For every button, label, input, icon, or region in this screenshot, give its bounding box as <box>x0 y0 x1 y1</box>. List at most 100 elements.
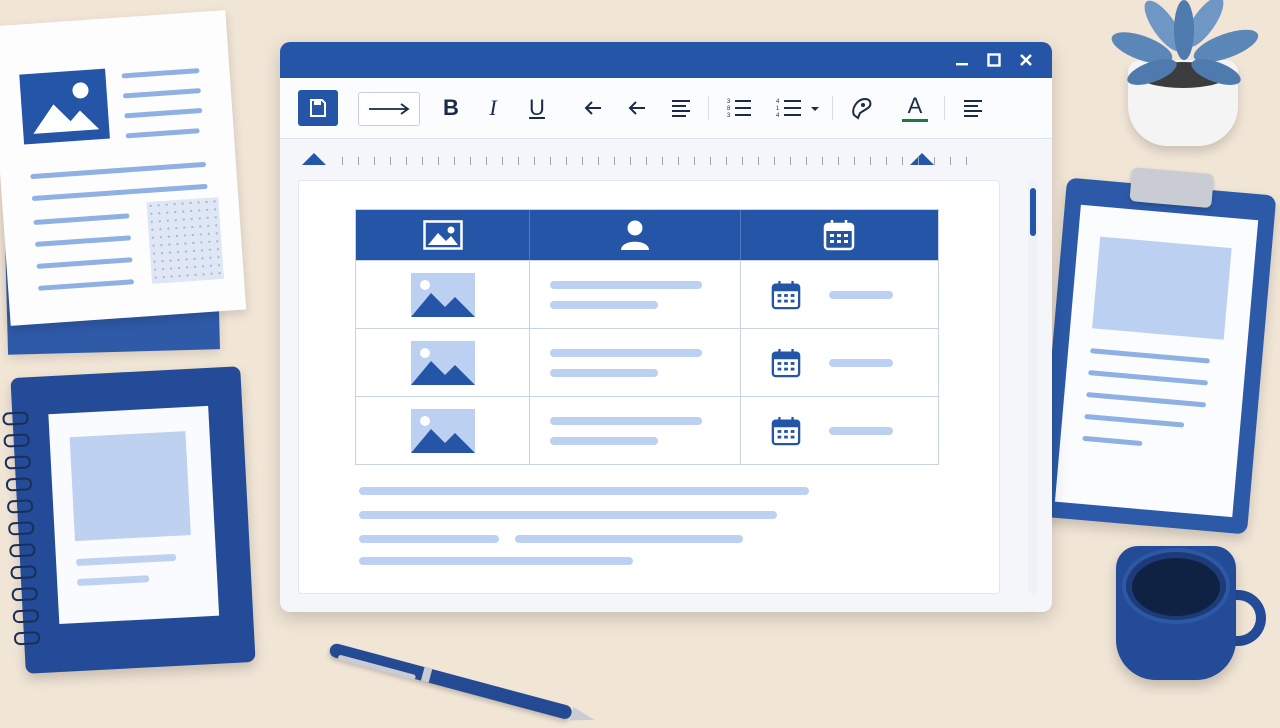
table-header-cell <box>529 210 739 260</box>
table-header-cell <box>356 210 529 260</box>
table-header-row <box>356 210 938 260</box>
svg-text:3: 3 <box>727 113 731 119</box>
svg-text:1: 1 <box>776 106 780 112</box>
ruler-tick <box>358 157 359 165</box>
spiral-notebook <box>2 366 256 674</box>
image-icon <box>410 408 475 453</box>
ruler-tick <box>774 157 775 165</box>
ruler-tick <box>822 157 823 165</box>
table-cell <box>356 397 529 464</box>
table-row[interactable] <box>356 260 938 328</box>
ruler-tick <box>630 157 631 165</box>
document-sheet <box>0 10 247 326</box>
vertical-scrollbar[interactable] <box>1028 180 1038 594</box>
table-cell <box>356 329 529 396</box>
calendar-icon <box>771 280 800 309</box>
ruler-tick <box>502 157 503 165</box>
font-color-icon[interactable]: A <box>900 92 930 124</box>
ruler-tick <box>838 157 839 165</box>
italic-icon[interactable]: I <box>480 92 506 124</box>
bold-icon[interactable]: B <box>438 92 464 124</box>
ruler-tick <box>598 157 599 165</box>
arrow-style-icon[interactable] <box>358 92 420 126</box>
image-placeholder <box>69 431 191 542</box>
ruler <box>280 139 1052 169</box>
ruler-tick <box>662 157 663 165</box>
table-cell <box>739 261 938 328</box>
ruler-tick <box>422 157 423 165</box>
ruler-tick <box>582 157 583 165</box>
coffee <box>1132 558 1220 616</box>
save-icon[interactable] <box>298 90 338 126</box>
calendar-icon <box>771 348 800 377</box>
ruler-tick <box>646 157 647 165</box>
table-cell <box>529 329 739 396</box>
ruler-tick <box>902 157 903 165</box>
left-indent-marker[interactable] <box>302 153 326 165</box>
close-icon[interactable] <box>1016 50 1036 70</box>
ruler-tick <box>470 157 471 165</box>
calendar-icon <box>824 220 855 251</box>
ruler-tick <box>758 157 759 165</box>
maximize-icon[interactable] <box>984 50 1004 70</box>
image-placeholder-icon <box>19 68 110 145</box>
table-cell <box>356 261 529 328</box>
underline-icon[interactable]: U <box>524 92 550 124</box>
ruler-tick <box>918 157 919 165</box>
ruler-tick <box>550 157 551 165</box>
image-icon <box>422 220 463 250</box>
svg-text:3: 3 <box>727 99 731 105</box>
plant-leaves <box>1111 0 1259 85</box>
undo-icon[interactable] <box>580 92 606 124</box>
table-cell <box>739 397 938 464</box>
data-table <box>355 209 939 465</box>
redo-icon[interactable] <box>624 92 650 124</box>
ruler-tick <box>950 157 951 165</box>
minimize-icon[interactable] <box>952 50 972 70</box>
title-bar <box>280 42 1052 78</box>
table-cell <box>529 397 739 464</box>
numbered-list-icon[interactable]: 3 8 3 <box>724 92 754 124</box>
numbered-list-dropdown-icon[interactable]: 4 1 4 <box>774 92 822 124</box>
pen <box>328 642 597 727</box>
user-icon <box>621 220 650 250</box>
ruler-tick <box>710 157 711 165</box>
ruler-tick <box>438 157 439 165</box>
ruler-tick <box>342 157 343 165</box>
ruler-tick <box>518 157 519 165</box>
ruler-tick <box>790 157 791 165</box>
align-text-icon[interactable] <box>960 92 986 124</box>
toolbar: B I U 3 8 3 4 1 4 A <box>280 78 1052 139</box>
table-header-cell <box>739 210 938 260</box>
ruler-tick <box>966 157 967 165</box>
ruler-tick <box>406 157 407 165</box>
table-cell <box>739 329 938 396</box>
text-line <box>359 487 809 495</box>
calendar-icon <box>771 416 800 445</box>
image-icon <box>410 340 475 385</box>
dotted-placeholder <box>146 197 224 284</box>
table-row[interactable] <box>356 328 938 396</box>
ruler-tick <box>454 157 455 165</box>
ruler-tick <box>934 157 935 165</box>
table-cell <box>529 261 739 328</box>
ruler-tick <box>390 157 391 165</box>
image-icon <box>410 272 475 317</box>
highlighter-icon[interactable] <box>846 92 876 124</box>
right-indent-marker[interactable] <box>910 153 934 165</box>
text-line <box>515 535 743 543</box>
ruler-tick <box>742 157 743 165</box>
document-page[interactable] <box>298 180 1000 594</box>
ruler-tick <box>854 157 855 165</box>
ruler-tick <box>614 157 615 165</box>
ruler-tick <box>566 157 567 165</box>
clipboard <box>1037 167 1277 535</box>
ruler-tick <box>870 157 871 165</box>
svg-text:8: 8 <box>727 106 731 112</box>
ruler-tick <box>486 157 487 165</box>
table-row[interactable] <box>356 396 938 464</box>
ruler-tick <box>694 157 695 165</box>
scrollbar-thumb[interactable] <box>1030 188 1036 236</box>
text-line <box>359 535 499 543</box>
align-left-icon[interactable] <box>668 92 694 124</box>
